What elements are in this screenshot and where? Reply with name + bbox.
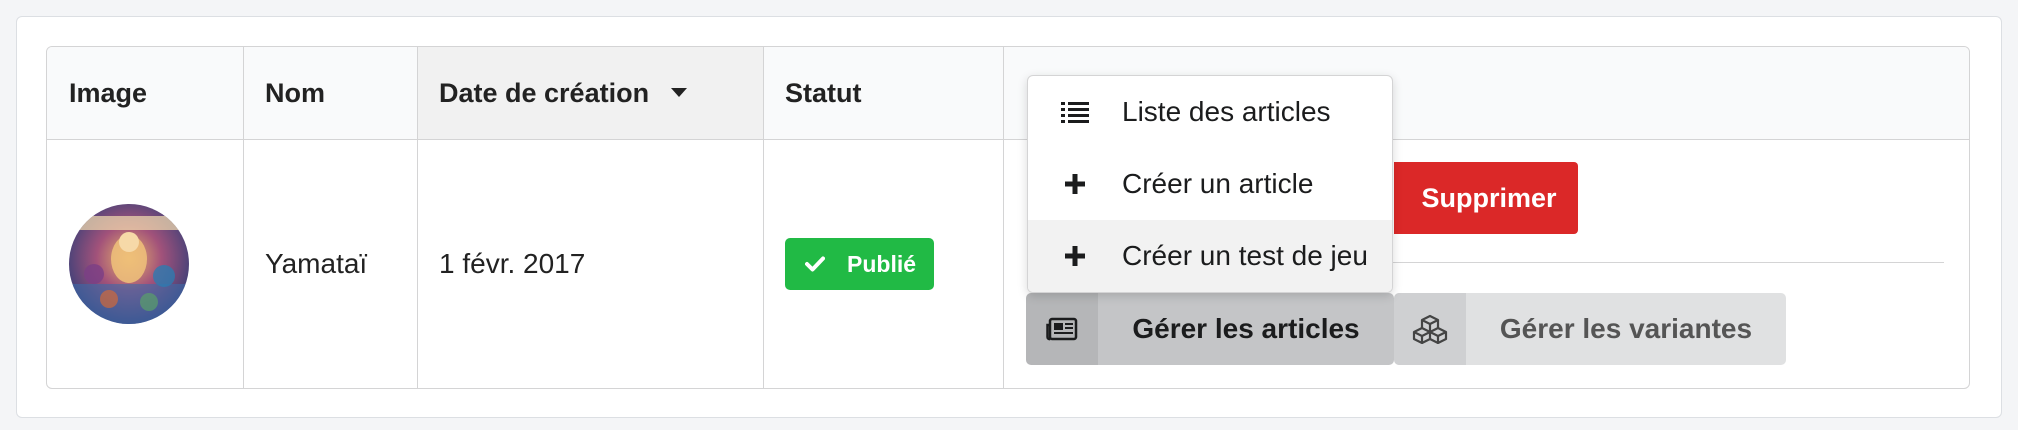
newspaper-icon <box>1026 293 1098 365</box>
cell-name: Yamataï <box>265 248 368 279</box>
articles-dropdown-menu: Liste des articles Créer un article Crée… <box>1027 75 1393 293</box>
menu-item-create-playtest[interactable]: Créer un test de jeu <box>1028 220 1392 292</box>
game-cover-image[interactable] <box>69 204 189 324</box>
list-icon <box>1028 101 1122 123</box>
header-status[interactable]: Statut <box>763 47 1003 139</box>
status-badge: Publié <box>785 238 935 290</box>
menu-item-label: Créer un article <box>1122 168 1314 199</box>
plus-icon <box>1028 173 1122 195</box>
column-divider <box>1003 47 1004 388</box>
manage-variants-label: Gérer les variantes <box>1466 293 1786 365</box>
caret-down-icon <box>671 88 688 98</box>
manage-variants-button[interactable]: Gérer les variantes <box>1394 293 1786 365</box>
menu-item-create-article[interactable]: Créer un article <box>1028 148 1392 220</box>
header-name[interactable]: Nom <box>243 47 417 139</box>
manage-articles-label: Gérer les articles <box>1098 293 1394 365</box>
manage-articles-button[interactable]: Gérer les articles <box>1026 293 1394 365</box>
header-created-label: Date de création <box>439 78 650 108</box>
cell-created: 1 févr. 2017 <box>439 248 586 279</box>
header-image: Image <box>69 78 148 108</box>
delete-button[interactable]: Supprimer <box>1394 162 1578 234</box>
check-icon <box>805 256 825 272</box>
cell-status: Publié <box>763 139 1003 388</box>
status-label: Publié <box>847 250 917 277</box>
cubes-icon <box>1394 293 1466 365</box>
cell-image <box>47 139 243 388</box>
menu-item-list-articles[interactable]: Liste des articles <box>1028 76 1392 148</box>
header-created[interactable]: Date de création <box>417 47 763 139</box>
menu-item-label: Liste des articles <box>1122 96 1331 127</box>
menu-item-label: Créer un test de jeu <box>1122 240 1368 271</box>
table-header: Image Nom Date de création Statut <box>47 47 1969 140</box>
plus-icon <box>1028 245 1122 267</box>
